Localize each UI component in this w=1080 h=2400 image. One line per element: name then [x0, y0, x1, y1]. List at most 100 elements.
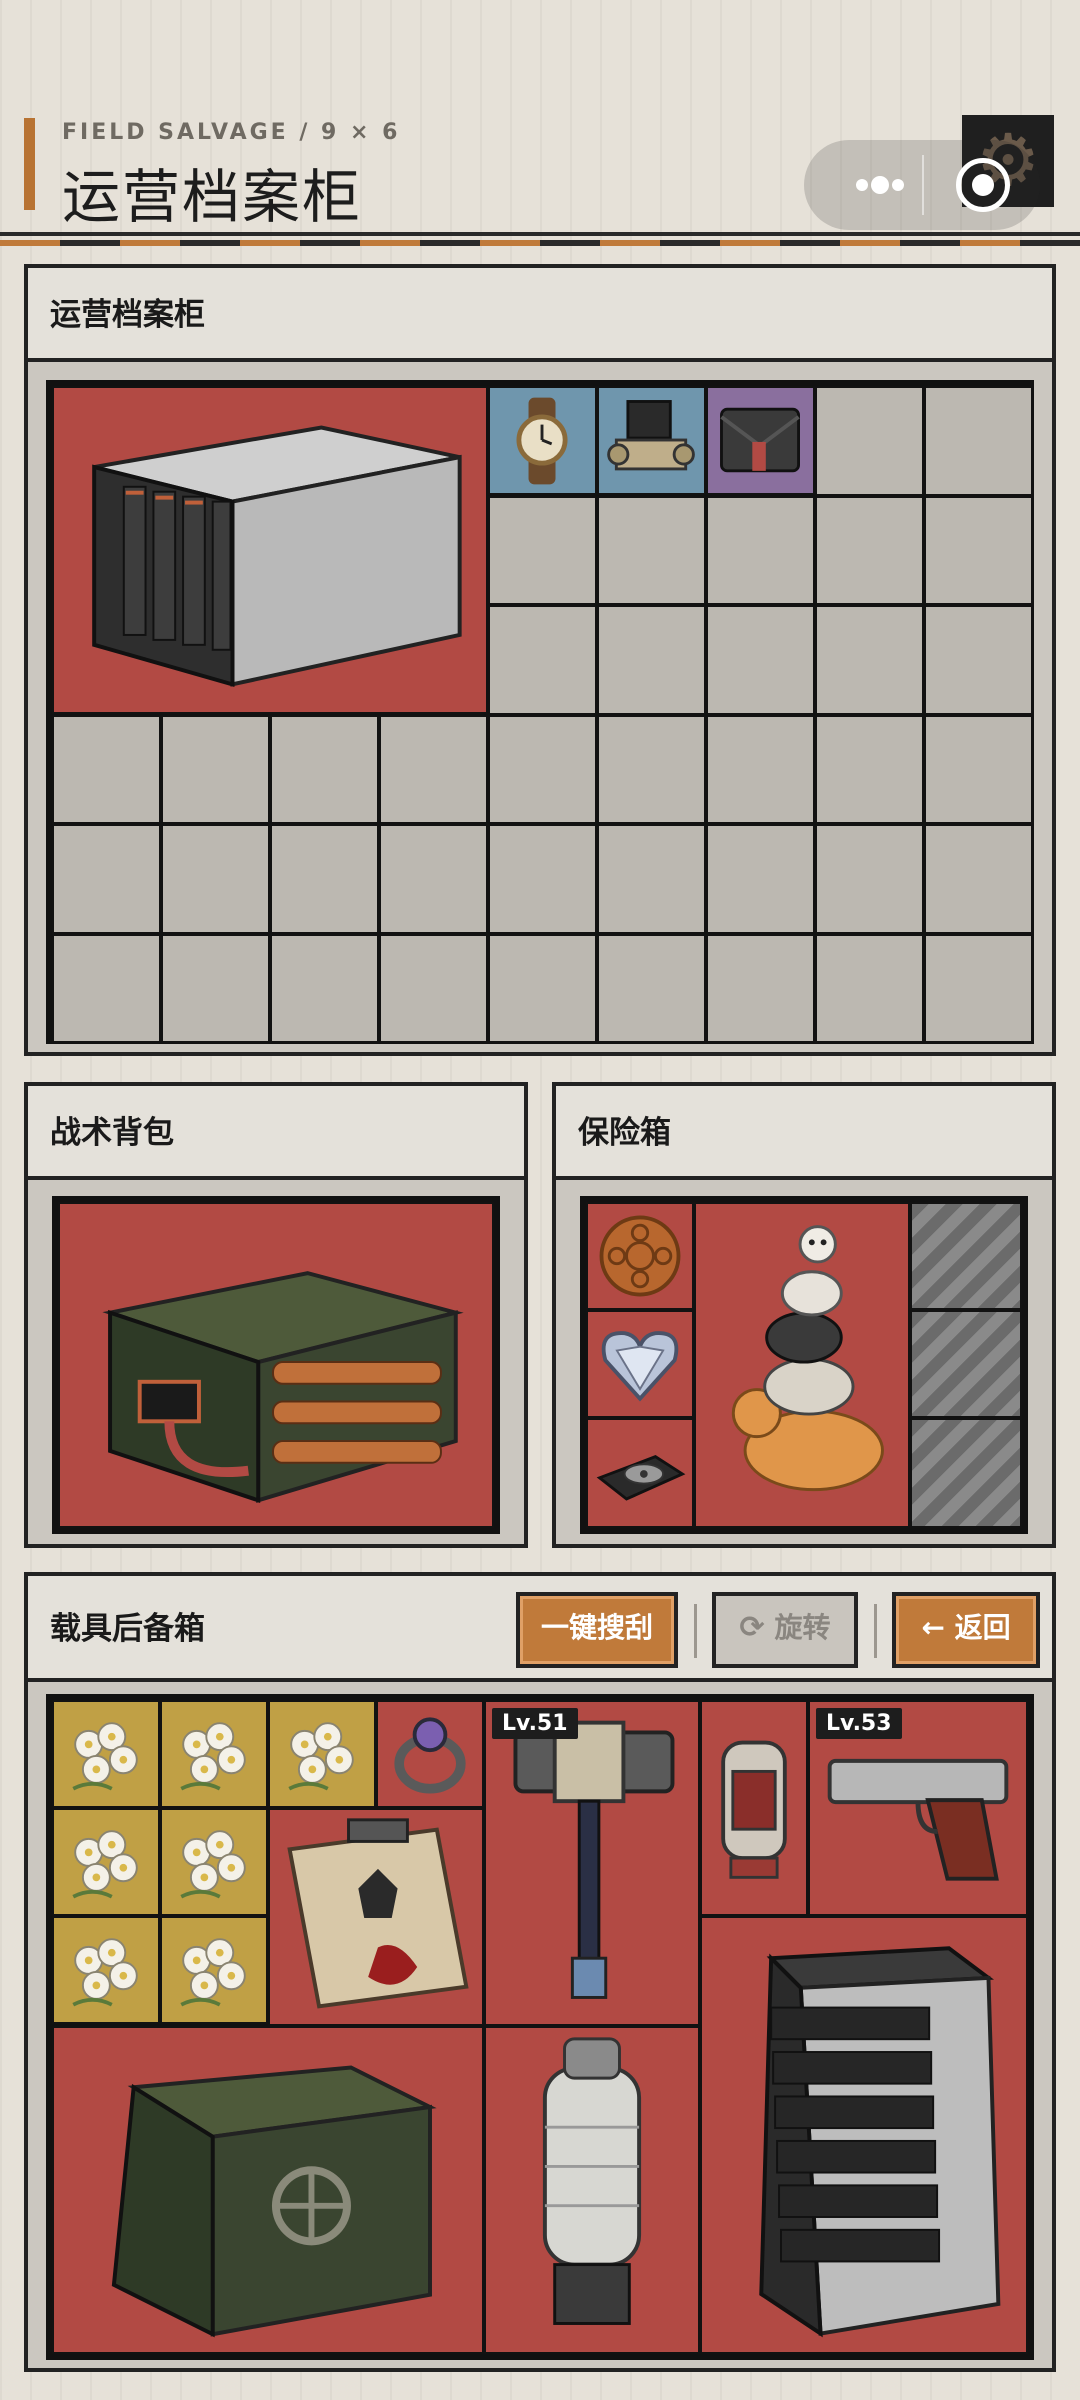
rotate-button[interactable]: ⟳ 旋转 [712, 1592, 858, 1668]
drill-motor-item[interactable] [484, 2026, 700, 2354]
heart-diamond-icon [601, 1331, 679, 1402]
document-pouch-icon [720, 407, 800, 473]
rotate-icon: ⟳ [739, 1610, 765, 1645]
empty-slot[interactable] [597, 933, 706, 1043]
battery-pack-item[interactable] [58, 1202, 494, 1528]
empty-slot[interactable] [161, 824, 270, 934]
target-close-icon[interactable] [956, 158, 1010, 212]
archive-panel-title: 运营档案柜 [28, 268, 1052, 362]
empty-slot[interactable] [924, 495, 1033, 605]
empty-slot[interactable] [815, 386, 924, 496]
empty-slot[interactable] [488, 605, 597, 715]
empty-slot[interactable] [52, 824, 161, 934]
jasmine-flower-item[interactable] [268, 1700, 376, 1808]
empty-slot[interactable] [379, 714, 488, 824]
jasmine-flower-icon [180, 1938, 246, 2007]
jasmine-flower-icon [72, 1938, 138, 2007]
empty-slot[interactable] [706, 605, 815, 715]
hard-drive-icon [596, 1455, 686, 1501]
empty-slot[interactable] [597, 824, 706, 934]
solenoid-valve-item[interactable] [597, 386, 706, 495]
backpack-grid [52, 1196, 500, 1534]
empty-slot[interactable] [815, 933, 924, 1043]
empty-slot[interactable] [815, 605, 924, 715]
hard-drive-item[interactable] [586, 1418, 694, 1528]
war-hammer-item[interactable]: Lv.51 [484, 1700, 700, 2026]
back-button[interactable]: ← 返回 [892, 1592, 1040, 1668]
jasmine-flower-item[interactable] [160, 1916, 268, 2024]
document-pouch-item[interactable] [706, 386, 815, 495]
mooncake-item[interactable] [586, 1202, 694, 1310]
empty-slot[interactable] [706, 933, 815, 1043]
empty-slot[interactable] [706, 714, 815, 824]
empty-slot[interactable] [488, 824, 597, 934]
trunk-panel: 载具后备箱 一键搜刮 ⟳ 旋转 ← 返回 Lv.51 Lv.53 [24, 1572, 1056, 2372]
empty-slot[interactable] [161, 933, 270, 1043]
empty-slot[interactable] [379, 824, 488, 934]
backpack-panel-title: 战术背包 [28, 1086, 524, 1180]
empty-slot[interactable] [597, 605, 706, 715]
heart-diamond-item[interactable] [586, 1310, 694, 1418]
jasmine-flower-icon [288, 1722, 354, 1791]
empty-slot[interactable] [379, 933, 488, 1043]
empty-slot[interactable] [161, 714, 270, 824]
trunk-grid: Lv.51 Lv.53 [46, 1694, 1034, 2360]
nas-server-item[interactable] [700, 1916, 1028, 2354]
rotate-button-label: 旋转 [774, 1611, 831, 1644]
empty-slot[interactable] [270, 714, 379, 824]
empty-slot[interactable] [924, 386, 1033, 496]
page-title: 运营档案柜 [62, 163, 363, 231]
locked-slot [910, 1202, 1022, 1310]
empty-slot[interactable] [815, 495, 924, 605]
capsule-canister-item[interactable] [700, 1700, 808, 1916]
jasmine-flower-icon [72, 1830, 138, 1899]
archive-grid [46, 380, 1034, 1044]
jasmine-flower-icon [180, 1722, 246, 1791]
loot-all-button[interactable]: 一键搜刮 [516, 1592, 678, 1668]
empty-slot[interactable] [597, 714, 706, 824]
backpack-panel: 战术背包 [24, 1082, 528, 1548]
armored-safe-item[interactable] [52, 2026, 484, 2354]
cat-tower-icon [731, 1225, 884, 1492]
empty-slot[interactable] [488, 714, 597, 824]
empty-slot[interactable] [924, 933, 1033, 1043]
gem-ring-icon [394, 1717, 466, 1794]
cat-tower-item[interactable] [694, 1202, 910, 1528]
header-subtitle: FIELD SALVAGE / 9 × 6 [62, 120, 401, 145]
jasmine-flower-item[interactable] [52, 1808, 160, 1916]
empty-slot[interactable] [924, 605, 1033, 715]
empty-slot[interactable] [270, 933, 379, 1043]
locked-slot [910, 1310, 1022, 1418]
empty-slot[interactable] [706, 824, 815, 934]
war-hammer-icon [513, 1720, 675, 1999]
empty-slot[interactable] [52, 714, 161, 824]
button-divider [694, 1604, 697, 1658]
bloody-dossier-item[interactable] [268, 1808, 484, 2026]
safebox-grid [580, 1196, 1028, 1534]
empty-slot[interactable] [488, 495, 597, 605]
empty-slot[interactable] [924, 824, 1033, 934]
battery-pack-icon [102, 1271, 464, 1504]
jasmine-flower-item[interactable] [160, 1808, 268, 1916]
empty-slot[interactable] [488, 933, 597, 1043]
nas-server-item[interactable] [52, 386, 488, 714]
jasmine-flower-item[interactable] [160, 1700, 268, 1808]
empty-slot[interactable] [597, 495, 706, 605]
armored-safe-icon [111, 2065, 437, 2338]
jasmine-flower-item[interactable] [52, 1700, 160, 1808]
empty-slot[interactable] [706, 495, 815, 605]
safebox-panel-title: 保险箱 [556, 1086, 1052, 1180]
pistol-item[interactable]: Lv.53 [808, 1700, 1028, 1916]
empty-slot[interactable] [52, 933, 161, 1043]
empty-slot[interactable] [815, 714, 924, 824]
jasmine-flower-item[interactable] [52, 1916, 160, 2024]
gem-ring-item[interactable] [376, 1700, 484, 1808]
bloody-dossier-icon [287, 1818, 469, 2009]
empty-slot[interactable] [815, 824, 924, 934]
capsule-canister-icon [721, 1740, 787, 1879]
wristwatch-item[interactable] [488, 386, 597, 495]
empty-slot[interactable] [924, 714, 1033, 824]
mooncake-icon [599, 1215, 681, 1297]
back-button-label: 返回 [954, 1611, 1011, 1644]
empty-slot[interactable] [270, 824, 379, 934]
